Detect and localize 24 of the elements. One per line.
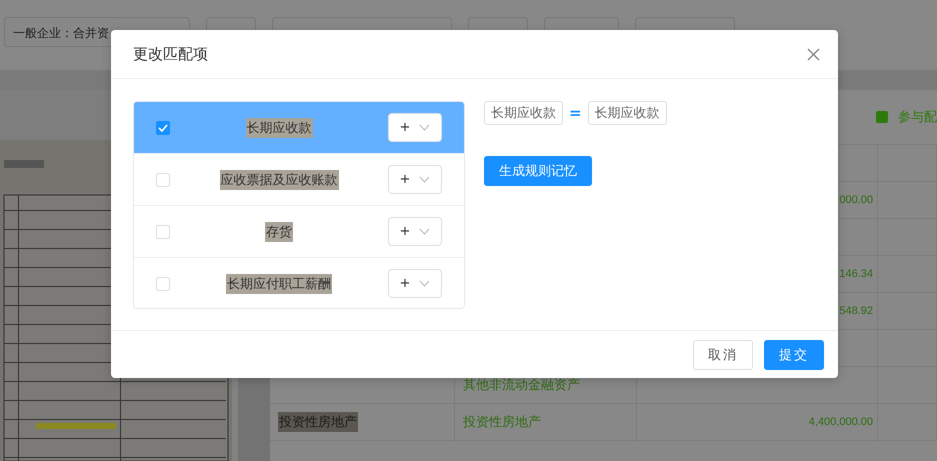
legend-label: 参与配 — [898, 109, 937, 126]
dialog-title: 更改匹配项 — [133, 44, 208, 64]
table-cell: 投资性房地产 — [455, 404, 637, 441]
scanned-label: 长期应付职工薪酬 — [226, 274, 332, 294]
checkbox[interactable] — [156, 120, 170, 134]
scanned-label: 长期应收款 — [246, 118, 312, 138]
equals-sign: = — [569, 104, 582, 122]
operator-select[interactable]: + — [388, 165, 442, 194]
operator-select[interactable]: + — [388, 269, 442, 298]
cancel-button[interactable]: 取消 — [693, 340, 753, 370]
operator-select[interactable]: + — [388, 113, 442, 142]
chevron-down-icon — [419, 280, 430, 287]
chevron-down-icon — [419, 124, 430, 131]
match-row[interactable]: 长期应收款 + — [134, 102, 464, 154]
formula-tag: 长期应收款 — [484, 101, 563, 125]
formula-tag: 长期应收款 — [588, 101, 667, 125]
chevron-down-icon — [419, 228, 430, 235]
scanned-label: 存货 — [265, 222, 293, 242]
scanned-account-text: 投资性房地产 — [278, 412, 358, 432]
chevron-down-icon — [419, 176, 430, 183]
close-icon[interactable] — [807, 48, 820, 60]
table-cell: 4,400,000.00 — [637, 404, 878, 441]
operator-select[interactable]: + — [388, 217, 442, 246]
scanned-label: 应收票据及应收账款 — [220, 170, 338, 190]
